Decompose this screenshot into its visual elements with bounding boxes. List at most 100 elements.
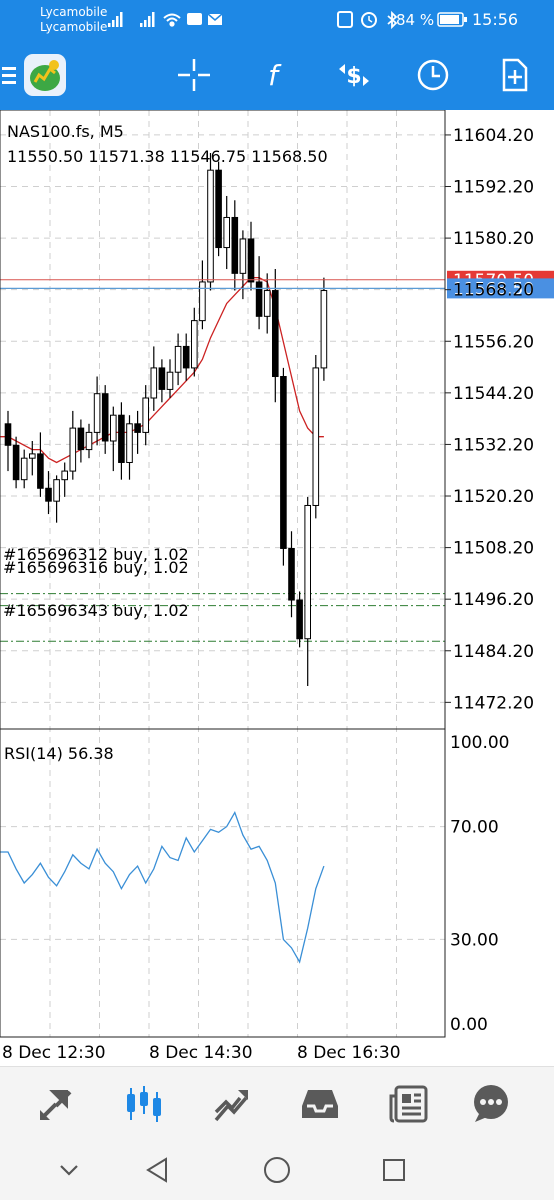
candle-body xyxy=(320,290,328,369)
candle xyxy=(85,423,93,459)
candle xyxy=(263,273,271,334)
candle-body xyxy=(150,367,158,399)
collapse-button[interactable] xyxy=(29,1140,109,1200)
price-tick-label: 11544.20 xyxy=(453,384,534,404)
svg-text:$: $ xyxy=(346,64,361,89)
candle xyxy=(142,385,149,446)
candle xyxy=(199,260,206,330)
candle-body xyxy=(12,444,20,481)
app-logo[interactable] xyxy=(20,40,70,110)
time-tick-label: 8 Dec 12:30 xyxy=(2,1043,106,1063)
trade-button[interactable]: $ xyxy=(324,40,384,110)
svg-text:f: f xyxy=(268,59,282,92)
candle-body xyxy=(288,547,295,601)
price-tick-label: 11532.20 xyxy=(453,435,534,455)
candle xyxy=(110,406,117,472)
candle-body xyxy=(77,427,85,451)
nav-news[interactable] xyxy=(373,1067,443,1141)
add-object-button[interactable] xyxy=(484,40,544,110)
candle-body xyxy=(207,169,214,283)
price-tick-label: 11496.20 xyxy=(453,590,534,610)
nav-trade[interactable] xyxy=(197,1067,267,1141)
crosshair-icon xyxy=(178,59,210,91)
candle xyxy=(255,256,263,330)
candle xyxy=(4,410,12,472)
candle-body xyxy=(304,504,311,640)
candle xyxy=(20,449,28,489)
nav-chat[interactable] xyxy=(456,1067,526,1141)
chart-area[interactable]: #165696312 buy, 1.02 #165696316 buy, 1.02… xyxy=(0,109,554,1066)
rsi-tick-label: 30.00 xyxy=(450,930,499,950)
candle xyxy=(150,346,158,411)
nav-history[interactable] xyxy=(285,1067,355,1141)
candle-body xyxy=(118,414,125,463)
chart-canvas[interactable]: #165696312 buy, 1.02#165696316 buy, 1.02… xyxy=(0,109,554,1066)
candle-body xyxy=(191,320,198,369)
indicators-button[interactable]: f xyxy=(243,40,303,110)
candle xyxy=(288,531,295,618)
candle-body xyxy=(263,290,271,317)
candle-body xyxy=(239,238,247,274)
crosshair-button[interactable] xyxy=(164,40,224,110)
recents-icon xyxy=(383,1159,405,1181)
candle xyxy=(61,462,69,497)
timeframe-icon xyxy=(417,59,449,91)
news-icon xyxy=(389,1085,428,1123)
candle xyxy=(312,355,320,519)
candle-body xyxy=(110,414,117,442)
candle xyxy=(207,152,214,291)
price-tick-label: 11568.20 xyxy=(453,281,534,301)
candle xyxy=(272,269,279,403)
candle xyxy=(158,359,166,403)
candle xyxy=(134,410,141,454)
candle-body xyxy=(182,345,190,369)
candle xyxy=(29,440,36,476)
menu-button[interactable] xyxy=(0,40,20,110)
rsi-pane-border xyxy=(0,728,446,1038)
candle xyxy=(182,333,190,381)
candle xyxy=(69,410,77,480)
back-button[interactable] xyxy=(118,1140,198,1200)
chart-icon xyxy=(127,1086,161,1122)
signal-icon xyxy=(108,12,155,27)
collapse-icon xyxy=(60,1165,78,1176)
price-tick-label: 11580.20 xyxy=(453,229,534,249)
add-object-icon xyxy=(502,58,528,92)
price-tick-label: 11484.20 xyxy=(453,642,534,662)
clock: 15:56 xyxy=(472,10,519,29)
symbol-label: NAS100.fs, M5 xyxy=(7,122,124,141)
signal-icons xyxy=(108,12,223,27)
candle xyxy=(231,200,239,291)
nfc-badge-icon xyxy=(187,13,202,25)
candle xyxy=(296,591,303,648)
battery-icon xyxy=(437,12,467,27)
battery-percent: 84 % xyxy=(396,11,435,29)
bottom-nav xyxy=(0,1066,554,1141)
carrier-2: Lycamobile xyxy=(40,20,108,34)
rsi-tick-label: 0.00 xyxy=(450,1015,488,1035)
axis-ticks: 11604.20 11592.20 11580.20 11568.20 11556.20… xyxy=(2,126,534,1063)
candle-body xyxy=(296,599,303,640)
candle xyxy=(320,277,328,381)
candle xyxy=(53,475,60,523)
candle-body xyxy=(231,216,239,274)
candle-body xyxy=(93,393,101,433)
candle-body xyxy=(4,423,12,446)
candle xyxy=(37,432,44,497)
timeframe-button[interactable] xyxy=(403,40,463,110)
nav-quotes[interactable] xyxy=(21,1067,91,1141)
candle-body xyxy=(247,238,255,283)
candle xyxy=(166,359,174,399)
nav-chart[interactable] xyxy=(109,1067,179,1141)
candle xyxy=(101,385,109,454)
home-button[interactable] xyxy=(237,1140,317,1200)
nfc-icon xyxy=(337,11,353,28)
order-label: #165696316 buy, 1.02 xyxy=(3,558,189,577)
candle xyxy=(304,496,311,687)
order-label: #165696343 buy, 1.02 xyxy=(3,601,189,620)
candle-body xyxy=(29,453,36,459)
carrier-1: Lycamobile xyxy=(40,5,108,19)
recents-button[interactable] xyxy=(354,1140,434,1200)
candle-body xyxy=(255,281,263,317)
chart-toolbar: f $ xyxy=(0,40,554,110)
